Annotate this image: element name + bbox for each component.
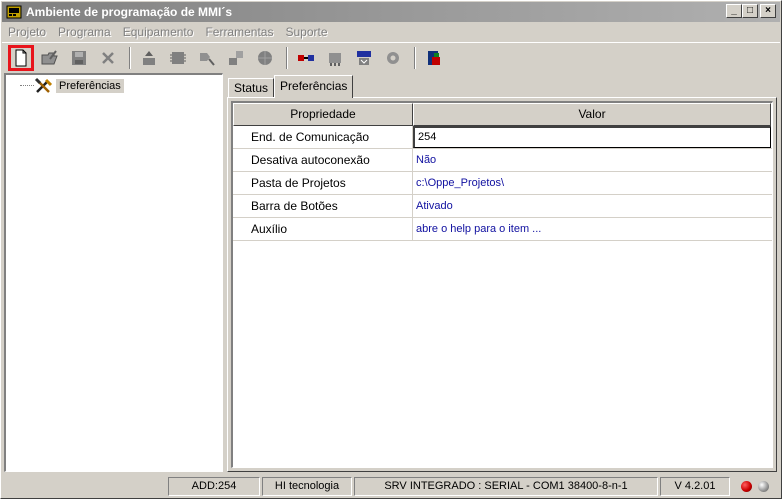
property-cell: Pasta de Projetos (233, 172, 413, 194)
toolbar-separator (129, 46, 131, 69)
tree-item-preferencias[interactable]: Preferências (34, 77, 124, 95)
tab-preferencias[interactable]: Preferências (274, 75, 354, 98)
transfer-icon (229, 50, 243, 65)
globe-icon (258, 50, 272, 65)
toolbar (2, 42, 780, 72)
toolbar-separator (414, 46, 416, 69)
app-icon (6, 4, 22, 20)
title-bar[interactable]: Ambiente de programação de MMI´s _ □ × (2, 2, 780, 22)
new-project-button[interactable] (8, 44, 34, 71)
serial-icon (357, 50, 371, 65)
open-folder-icon (41, 49, 58, 64)
gear-icon (387, 51, 399, 64)
status-company: HI tecnologia (262, 476, 352, 496)
tree-item-label: Preferências (56, 79, 124, 93)
minimize-button[interactable]: _ (726, 4, 742, 18)
property-cell: End. de Comunicação (233, 126, 413, 148)
upload-icon (143, 50, 155, 65)
open-project-button[interactable] (37, 45, 63, 71)
status-address: ADD:254 (168, 476, 260, 496)
status-spacer (2, 477, 166, 496)
globe-button[interactable] (252, 45, 278, 71)
table-row[interactable]: Pasta de Projetos c:\Oppe_Projetos\ (233, 172, 772, 195)
save-button[interactable] (66, 45, 92, 71)
tools-icon (34, 77, 53, 93)
menu-projeto[interactable]: Projeto (2, 25, 52, 39)
settings-button[interactable] (380, 45, 406, 71)
exit-button[interactable] (421, 45, 447, 71)
status-leds (732, 477, 778, 496)
menu-bar: Projeto Programa Equipamento Ferramentas… (2, 23, 780, 41)
network-button[interactable] (322, 45, 348, 71)
property-cell: Desativa autoconexão (233, 149, 413, 171)
menu-equipamento[interactable]: Equipamento (117, 25, 200, 39)
value-cell[interactable]: abre o help para o item ... (413, 218, 771, 240)
value-cell[interactable]: Ativado (413, 195, 771, 217)
column-header-propriedade[interactable]: Propriedade (233, 103, 413, 126)
menu-programa[interactable]: Programa (52, 25, 117, 39)
exit-icon (428, 50, 440, 65)
column-header-valor[interactable]: Valor (413, 103, 771, 126)
save-disk-icon (72, 50, 86, 65)
tree-connector (20, 85, 34, 86)
main-window: Ambiente de programação de MMI´s _ □ × P… (0, 0, 782, 499)
preferences-panel: Propriedade Valor End. de Comunicação 25… (227, 97, 777, 472)
maximize-button[interactable]: □ (742, 4, 758, 18)
upload-button[interactable] (136, 45, 162, 71)
menu-suporte[interactable]: Suporte (279, 25, 333, 39)
delete-button[interactable] (95, 45, 121, 71)
close-button[interactable]: × (760, 4, 776, 18)
delete-x-icon (102, 51, 114, 64)
network-icon (329, 52, 341, 66)
property-cell: Auxílio (233, 218, 413, 240)
status-version: V 4.2.01 (660, 476, 730, 496)
transfer-button[interactable] (223, 45, 249, 71)
serial-button[interactable] (351, 45, 377, 71)
property-grid: Propriedade Valor End. de Comunicação 25… (231, 101, 773, 468)
table-row[interactable]: Auxílio abre o help para o item ... (233, 218, 772, 241)
table-row[interactable]: Barra de Botões Ativado (233, 195, 772, 218)
value-input[interactable]: 254 (413, 126, 771, 148)
value-cell[interactable]: c:\Oppe_Projetos\ (413, 172, 771, 194)
table-row[interactable]: Desativa autoconexão Não (233, 149, 772, 172)
connect-icon (298, 54, 314, 61)
window-title: Ambiente de programação de MMI´s (26, 5, 233, 19)
table-row[interactable]: End. de Comunicação 254 (233, 126, 772, 149)
download-button[interactable] (194, 45, 220, 71)
new-file-icon (15, 49, 27, 66)
connect-button[interactable] (293, 45, 319, 71)
status-bar: ADD:254 HI tecnologia SRV INTEGRADO : SE… (2, 475, 780, 497)
tab-status[interactable]: Status (228, 78, 275, 98)
gray-led-icon (758, 480, 769, 492)
grid-header: Propriedade Valor (233, 103, 772, 126)
status-connection: SRV INTEGRADO : SERIAL - COM1 38400-8-n-… (354, 476, 658, 496)
chip-icon (170, 51, 186, 64)
tree-panel[interactable]: Preferências (4, 73, 223, 472)
chip-button[interactable] (165, 45, 191, 71)
tab-strip: Status Preferências (228, 74, 354, 98)
menu-ferramentas[interactable]: Ferramentas (199, 25, 279, 39)
download-icon (200, 52, 215, 66)
value-cell[interactable]: Não (413, 149, 771, 171)
red-led-icon (741, 480, 752, 492)
toolbar-separator (286, 46, 288, 69)
property-cell: Barra de Botões (233, 195, 413, 217)
